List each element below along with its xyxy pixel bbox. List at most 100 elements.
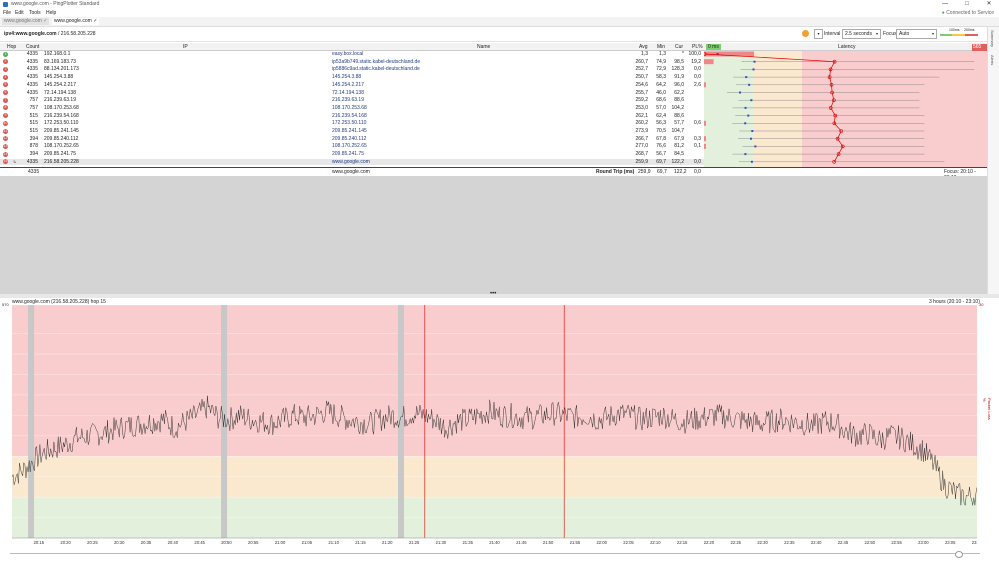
col-avg[interactable]: Avg bbox=[639, 44, 648, 50]
chevron-down-icon: ▾ bbox=[931, 31, 934, 36]
tab-target-2[interactable]: www.google.com ✓ bbox=[52, 18, 100, 25]
hop-count: 4335 bbox=[26, 66, 38, 73]
hop-count: 515 bbox=[29, 128, 38, 134]
hop-name: 145.254.3.88 bbox=[332, 74, 362, 81]
hop-count: 878 bbox=[29, 143, 38, 150]
hop-cur: * bbox=[682, 51, 684, 57]
menu-edit[interactable]: Edit bbox=[15, 10, 24, 16]
target-tab-bar: www.google.com ✓ www.google.com ✓ bbox=[0, 17, 999, 27]
x-tick-label: 20:25 bbox=[87, 540, 98, 545]
hop-ip: 209.85.241.75 bbox=[44, 151, 76, 158]
app-icon bbox=[3, 2, 8, 7]
hop-name: 72.14.194.138 bbox=[332, 89, 364, 96]
focus-label: Focus bbox=[883, 31, 897, 37]
packet-loss-bar bbox=[704, 59, 714, 65]
hop-cur: 88,6 bbox=[674, 97, 684, 104]
pause-button[interactable]: ▾ bbox=[801, 29, 823, 39]
hop-cur: 88,6 bbox=[674, 112, 684, 119]
col-name[interactable]: Name bbox=[477, 44, 490, 50]
hop-cur: 67,9 bbox=[674, 135, 684, 142]
x-tick-label: 22:30 bbox=[757, 540, 768, 545]
x-tick-label: 20:55 bbox=[248, 540, 259, 545]
hop-ip: 172.253.50.110 bbox=[44, 120, 79, 127]
hop-min: 68,6 bbox=[656, 97, 666, 104]
current-latency-marker bbox=[744, 106, 747, 109]
maximize-button[interactable]: □ bbox=[958, 0, 976, 9]
col-ip[interactable]: IP bbox=[183, 44, 188, 50]
timeline-chart[interactable]: 20:15 20:20 20:25 20:30 20:35 20:40 20:45 20:50… bbox=[12, 305, 977, 545]
current-latency-marker bbox=[754, 145, 757, 148]
round-trip-label: Round Trip (ms) bbox=[596, 169, 635, 175]
summary-tab[interactable]: Summary bbox=[990, 30, 995, 47]
x-tick-label: 22:10 bbox=[650, 540, 661, 545]
hop-name: 172.253.50.110 bbox=[332, 120, 367, 127]
timeline-scrollbar[interactable] bbox=[10, 551, 980, 558]
hop-ip: 192.168.0.1 bbox=[44, 51, 71, 57]
window-title: www.google.com - PingPlotter Standard bbox=[11, 1, 100, 7]
x-tick-label: 23:05 bbox=[945, 540, 956, 545]
col-min[interactable]: Min bbox=[657, 44, 665, 50]
col-pl[interactable]: PL% bbox=[692, 44, 703, 50]
hop-min: 57,0 bbox=[656, 104, 666, 111]
col-latency[interactable]: Latency bbox=[838, 44, 856, 50]
target-name: ipv4:www.google.com bbox=[4, 31, 57, 37]
x-tick-label: 21:25 bbox=[409, 540, 420, 545]
x-tick-label: 20:40 bbox=[168, 540, 179, 545]
x-tick-label: 20:30 bbox=[114, 540, 125, 545]
interval-select[interactable]: 2.5 seconds ▾ bbox=[842, 29, 881, 39]
summary-min: 69,7 bbox=[657, 169, 667, 175]
hop-cur: 128,3 bbox=[671, 66, 684, 73]
pause-dropdown[interactable]: ▾ bbox=[814, 29, 823, 39]
chevron-down-icon: ▾ bbox=[875, 31, 878, 36]
menu-tools[interactable]: Tools bbox=[29, 10, 41, 16]
minimize-button[interactable]: — bbox=[936, 0, 954, 9]
alerts-tab[interactable]: Alerts bbox=[990, 55, 995, 65]
hop-status-icon: 5 bbox=[3, 82, 8, 88]
current-latency-marker bbox=[752, 68, 755, 71]
current-latency-marker bbox=[751, 130, 754, 132]
x-tick-label: 22:15 bbox=[677, 540, 688, 545]
col-count[interactable]: Count bbox=[26, 44, 39, 50]
hop-ip: 216.58.205.228 bbox=[44, 158, 79, 165]
x-tick-label: 23:10 bbox=[972, 540, 977, 545]
close-button[interactable]: ✕ bbox=[980, 0, 998, 9]
hop-status-icon: 1 bbox=[3, 51, 8, 57]
hop-cur: 122,2 bbox=[671, 158, 684, 165]
hop-avg: 260,7 bbox=[635, 58, 648, 65]
current-latency-marker bbox=[744, 122, 747, 125]
outage-band bbox=[28, 305, 35, 538]
x-tick-label: 20:35 bbox=[141, 540, 152, 545]
menu-file[interactable]: File bbox=[3, 10, 11, 16]
hop-min: 56,3 bbox=[656, 120, 666, 127]
interval-label: Interval bbox=[824, 31, 841, 37]
toolbar: ipv4:www.google.com / 216.58.205.228 ▾ I… bbox=[0, 27, 999, 42]
hop-pl: 0,0 bbox=[694, 66, 701, 73]
hop-min: 70,5 bbox=[656, 128, 666, 134]
hop-name: 108.170.253.68 bbox=[332, 104, 367, 111]
hop-avg: 259,9 bbox=[635, 158, 648, 165]
scroll-thumb[interactable] bbox=[955, 551, 963, 558]
x-tick-label: 21:05 bbox=[302, 540, 313, 545]
hop-status-icon: 9 bbox=[3, 113, 8, 119]
x-tick-label: 22:20 bbox=[704, 540, 715, 545]
grip-icon: ••• bbox=[490, 291, 497, 297]
x-tick-label: 21:15 bbox=[355, 540, 366, 545]
summary-row: 4335 www.google.com Round Trip (ms) 259,… bbox=[0, 167, 987, 181]
col-hop[interactable]: Hop bbox=[7, 44, 16, 50]
focus-select[interactable]: Auto ▾ bbox=[896, 29, 937, 39]
hop-name: ip53a9b749.static.kabel-deutschland.de bbox=[332, 58, 421, 65]
current-latency-marker bbox=[749, 137, 752, 140]
menu-help[interactable]: Help bbox=[46, 10, 56, 16]
pause-icon bbox=[802, 30, 809, 37]
col-zero-ms: 0 ms bbox=[706, 44, 721, 50]
current-latency-marker bbox=[739, 91, 742, 94]
hop-cur: 98,5 bbox=[674, 58, 684, 65]
tab-target-1[interactable]: www.google.com ✓ bbox=[2, 18, 50, 25]
packet-loss-bar bbox=[704, 136, 706, 142]
col-cur[interactable]: Cur bbox=[675, 44, 683, 50]
hop-min: 74,9 bbox=[656, 58, 666, 65]
hop-count: 394 bbox=[29, 135, 38, 142]
side-panel: Summary Alerts bbox=[987, 27, 999, 297]
summary-count: 4335 bbox=[28, 169, 40, 175]
target-icon: ↳ bbox=[13, 158, 17, 164]
